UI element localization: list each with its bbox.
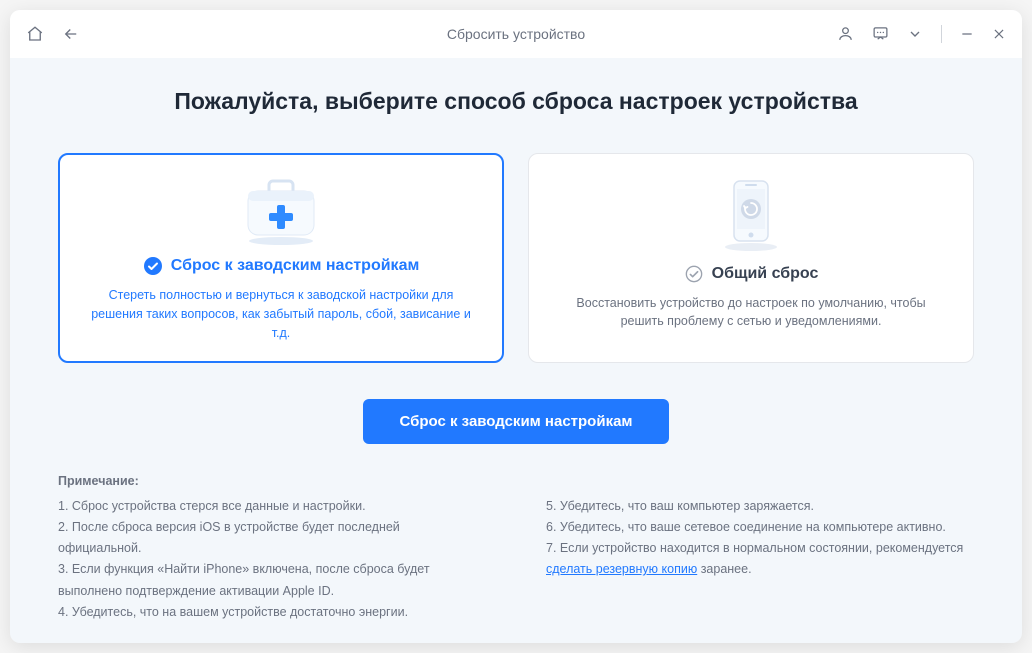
back-icon[interactable] — [62, 25, 80, 43]
note-item: 5. Убедитесь, что ваш компьютер заряжает… — [546, 496, 974, 517]
titlebar: Сбросить устройство — [10, 10, 1022, 58]
check-outline-icon — [684, 264, 704, 284]
notes-col-left: 1. Сброс устройства стерся все данные и … — [58, 496, 486, 624]
note-item: 1. Сброс устройства стерся все данные и … — [58, 496, 486, 517]
note-item: 4. Убедитесь, что на вашем устройстве до… — [58, 602, 486, 623]
card-factory-title: Сброс к заводским настройкам — [171, 257, 420, 275]
titlebar-right — [837, 25, 1006, 43]
content: Пожалуйста, выберите способ сброса настр… — [10, 58, 1022, 644]
notes-label: Примечание: — [58, 474, 974, 488]
note-item: 7. Если устройство находится в нормально… — [546, 538, 974, 581]
card-title-row: Общий сброс — [684, 264, 819, 284]
card-factory-desc: Стереть полностью и вернуться к заводско… — [90, 286, 472, 342]
user-icon[interactable] — [837, 25, 854, 42]
note-item: 6. Убедитесь, что ваше сетевое соединени… — [546, 517, 974, 538]
action-row: Сброс к заводским настройкам — [58, 399, 974, 444]
notes-section: Примечание: 1. Сброс устройства стерся в… — [58, 474, 974, 624]
titlebar-divider — [941, 25, 942, 43]
window-title: Сбросить устройство — [447, 26, 585, 42]
check-icon — [143, 256, 163, 276]
titlebar-left — [26, 25, 80, 43]
card-title-row: Сброс к заводским настройкам — [143, 256, 420, 276]
notes-columns: 1. Сброс устройства стерся все данные и … — [58, 496, 974, 624]
app-window: Сбросить устройство Пожалуйста, выберите… — [10, 10, 1022, 643]
card-factory-reset[interactable]: Сброс к заводским настройкам Стереть пол… — [58, 153, 504, 363]
card-general-reset[interactable]: Общий сброс Восстановить устройство до н… — [528, 153, 974, 363]
factory-reset-button[interactable]: Сброс к заводским настройкам — [363, 399, 668, 444]
medkit-icon — [236, 175, 326, 249]
page-title: Пожалуйста, выберите способ сброса настр… — [58, 88, 974, 115]
minimize-icon[interactable] — [960, 27, 974, 41]
cards-row: Сброс к заводским настройкам Стереть пол… — [58, 153, 974, 363]
card-general-desc: Восстановить устройство до настроек по у… — [559, 294, 943, 332]
notes-col-right: 5. Убедитесь, что ваш компьютер заряжает… — [546, 496, 974, 624]
phone-reset-icon — [716, 174, 786, 256]
home-icon[interactable] — [26, 25, 44, 43]
backup-link[interactable]: сделать резервную копию — [546, 562, 697, 576]
chevron-down-icon[interactable] — [907, 26, 923, 42]
note-item: 3. Если функция «Найти iPhone» включена,… — [58, 559, 486, 602]
feedback-icon[interactable] — [872, 25, 889, 42]
note-text: 7. Если устройство находится в нормально… — [546, 541, 963, 555]
card-general-title: Общий сброс — [712, 265, 819, 283]
close-icon[interactable] — [992, 27, 1006, 41]
note-text: заранее. — [697, 562, 751, 576]
note-item: 2. После сброса версия iOS в устройстве … — [58, 517, 486, 560]
